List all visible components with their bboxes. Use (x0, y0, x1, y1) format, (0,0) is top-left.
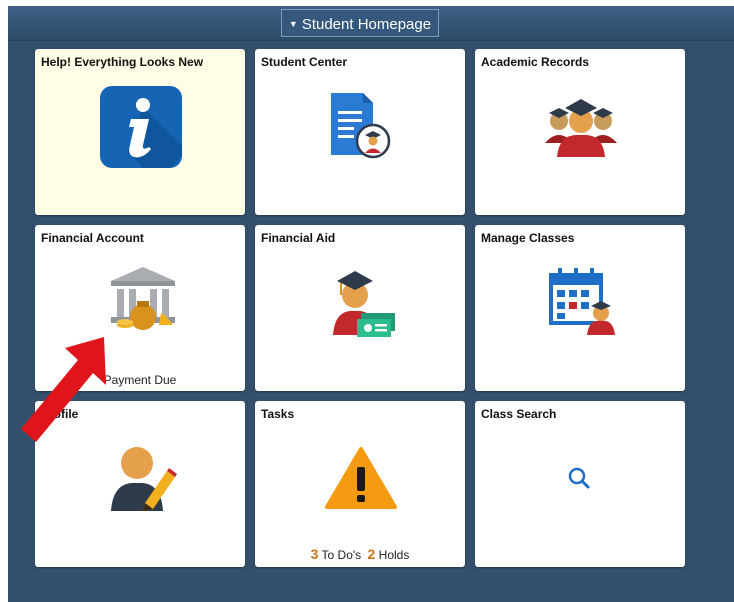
tile-title: Help! Everything Looks New (41, 55, 204, 69)
holds-count: 2 (367, 546, 376, 562)
tile-tasks[interactable]: Tasks 3 To Do's 2 Holds (255, 401, 465, 567)
tile-student-center[interactable]: Student Center (255, 49, 465, 215)
graduates-icon (545, 99, 617, 157)
info-icon (100, 86, 182, 168)
homepage-frame: ▼ Student Homepage Help! Everything Looks… (8, 6, 734, 602)
todos-count: 3 (310, 546, 319, 562)
header-bar: ▼ Student Homepage (8, 6, 734, 41)
warning-icon (325, 447, 397, 509)
tile-title: Profile (41, 407, 79, 421)
payment-due-label: Payment Due (103, 373, 177, 387)
todos-label: To Do's (321, 548, 362, 562)
tile-title: Academic Records (481, 55, 590, 69)
tile-title: Tasks (261, 407, 295, 421)
calendar-student-icon (549, 268, 615, 335)
tile-title: Class Search (481, 407, 557, 421)
student-document-icon (331, 93, 391, 159)
tile-academic-records[interactable]: Academic Records (475, 49, 685, 215)
tile-manage-classes[interactable]: Manage Classes (475, 225, 685, 391)
homepage-selector-button[interactable]: ▼ Student Homepage (281, 9, 439, 37)
graduate-money-icon (333, 271, 395, 337)
user-edit-icon (111, 447, 177, 511)
tile-title: Financial Account (41, 231, 144, 245)
bank-money-icon (111, 267, 175, 330)
search-icon (568, 467, 590, 489)
caret-down-icon: ▼ (288, 19, 298, 29)
holds-label: Holds (378, 548, 410, 562)
homepage-label: Student Homepage (301, 16, 432, 33)
tile-title: Student Center (261, 55, 348, 69)
tile-title: Financial Aid (261, 231, 336, 245)
tile-financial-aid[interactable]: Financial Aid (255, 225, 465, 391)
tile-help[interactable]: Help! Everything Looks New (35, 49, 245, 215)
tile-profile[interactable]: Profile (35, 401, 245, 567)
tasks-summary: 3 To Do's 2 Holds (255, 546, 465, 562)
tile-title: Manage Classes (481, 231, 575, 245)
tile-class-search[interactable]: Class Search (475, 401, 685, 567)
tile-financial-account[interactable]: Financial Account Payment Due (35, 225, 245, 391)
